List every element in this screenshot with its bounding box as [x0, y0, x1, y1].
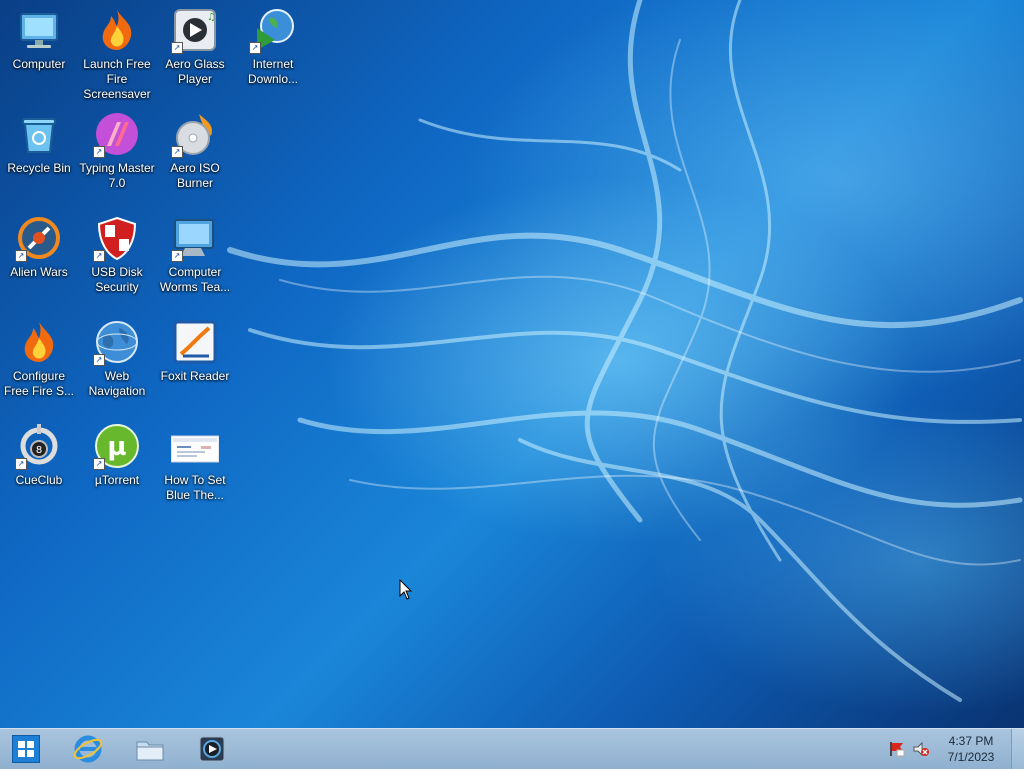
recycle-bin-icon — [15, 110, 63, 158]
taskbar-pinned-media-player[interactable] — [190, 731, 234, 767]
desktop-icon-usb-disk-security[interactable]: ↗ USB Disk Security — [78, 208, 156, 308]
shortcut-arrow-icon: ↗ — [171, 146, 183, 158]
globe-icon: ↗ — [93, 318, 141, 366]
desktop-icon-computer-worms-team[interactable]: ↗ Computer Worms Tea... — [156, 208, 234, 308]
mouse-cursor-icon — [399, 579, 413, 600]
desktop-icon-label: Configure Free Fire S... — [3, 369, 74, 398]
desktop-icon-how-to-set-blue[interactable]: How To Set Blue The... — [156, 416, 234, 516]
billiard-ball-icon: 8 ↗ — [15, 422, 63, 470]
desktop-icon-label: USB Disk Security — [91, 265, 143, 294]
taskbar-pinned-file-explorer[interactable] — [128, 731, 172, 767]
flame-icon — [93, 6, 141, 54]
folder-icon — [136, 741, 164, 761]
media-player-icon — [199, 736, 225, 762]
utorrent-icon: µ ↗ — [93, 422, 141, 470]
desktop-icon-label: Web Navigation — [88, 369, 146, 398]
taskbar: 4:37 PM 7/1/2023 — [0, 728, 1024, 769]
pdf-reader-icon — [171, 318, 219, 366]
alien-game-icon: ↗ — [15, 214, 63, 262]
shortcut-arrow-icon: ↗ — [93, 146, 105, 158]
desktop-icon-alien-wars[interactable]: ↗ Alien Wars — [0, 208, 78, 308]
desktop-icon-internet-download[interactable]: ↗ Internet Downlo... — [234, 0, 312, 100]
desktop-icon-cueclub[interactable]: 8 ↗ CueClub — [0, 416, 78, 516]
desktop-icon-aero-iso-burner[interactable]: ↗ Aero ISO Burner — [156, 104, 234, 204]
svg-text:8: 8 — [36, 445, 42, 456]
desktop-icon-label: Alien Wars — [10, 265, 68, 279]
desktop-icon-label: Computer — [12, 57, 66, 71]
desktop-icon-label: How To Set Blue The... — [164, 473, 226, 502]
internet-explorer-icon — [73, 735, 103, 763]
start-button[interactable] — [4, 731, 48, 767]
flame-icon — [15, 318, 63, 366]
shortcut-arrow-icon: ↗ — [15, 458, 27, 470]
desktop-icon-label: Foxit Reader — [160, 369, 230, 383]
desktop-icon-label: Computer Worms Tea... — [159, 265, 231, 294]
shortcut-arrow-icon: ↗ — [15, 250, 27, 262]
shield-icon: ↗ — [93, 214, 141, 262]
document-thumbnail-icon — [171, 422, 219, 470]
desktop-icon-web-navigation[interactable]: ↗ Web Navigation — [78, 312, 156, 412]
shortcut-arrow-icon: ↗ — [171, 42, 183, 54]
typing-icon: ↗ — [93, 110, 141, 158]
desktop-icon-utorrent[interactable]: µ ↗ µTorrent — [78, 416, 156, 516]
monitor-icon: ↗ — [171, 214, 219, 262]
taskbar-pinned-internet-explorer[interactable] — [66, 731, 110, 767]
desktop-icon-recycle-bin[interactable]: Recycle Bin — [0, 104, 78, 204]
desktop-icon-launch-free-fire[interactable]: Launch Free Fire Screensaver — [78, 0, 156, 101]
clock-date: 7/1/2023 — [947, 750, 995, 764]
desktop-icon-computer[interactable]: Computer — [0, 0, 78, 100]
desktop-icon-label: Launch Free Fire Screensaver — [83, 57, 151, 101]
desktop-icon-typing-master[interactable]: ↗ Typing Master 7.0 — [78, 104, 156, 204]
desktop-icon-configure-free-fire[interactable]: Configure Free Fire S... — [0, 312, 78, 412]
show-desktop-button[interactable] — [1011, 729, 1024, 769]
download-globe-icon: ↗ — [249, 6, 297, 54]
shortcut-arrow-icon: ↗ — [171, 250, 183, 262]
flag-alert-icon[interactable] — [888, 740, 906, 758]
shortcut-arrow-icon: ↗ — [249, 42, 261, 54]
desktop-icon-label: Aero Glass Player — [165, 57, 225, 86]
windows-start-icon — [12, 735, 40, 763]
desktop-icon-label: Aero ISO Burner — [170, 161, 220, 190]
shortcut-arrow-icon: ↗ — [93, 250, 105, 262]
desktop-icon-label: Typing Master 7.0 — [79, 161, 155, 190]
svg-text:♫: ♫ — [207, 12, 216, 23]
desktop-icon-foxit-reader[interactable]: Foxit Reader — [156, 312, 234, 412]
speaker-muted-icon[interactable] — [912, 740, 930, 758]
svg-text:µ: µ — [107, 432, 126, 462]
desktop-icon-aero-glass-player[interactable]: ♫ ↗ Aero Glass Player — [156, 0, 234, 100]
shortcut-arrow-icon: ↗ — [93, 354, 105, 366]
clock-time: 4:37 PM — [948, 734, 994, 748]
system-tray: 4:37 PM 7/1/2023 — [874, 729, 1024, 769]
desktop-icon-label: µTorrent — [94, 473, 140, 487]
clock[interactable]: 4:37 PM 7/1/2023 — [936, 733, 1006, 765]
desktop-icon-label: Recycle Bin — [7, 161, 71, 175]
computer-icon — [15, 6, 63, 54]
media-player-icon: ♫ ↗ — [171, 6, 219, 54]
shortcut-arrow-icon: ↗ — [93, 458, 105, 470]
disc-burner-icon: ↗ — [171, 110, 219, 158]
desktop-icon-label: Internet Downlo... — [247, 57, 299, 86]
desktop-icon-label: CueClub — [15, 473, 63, 487]
